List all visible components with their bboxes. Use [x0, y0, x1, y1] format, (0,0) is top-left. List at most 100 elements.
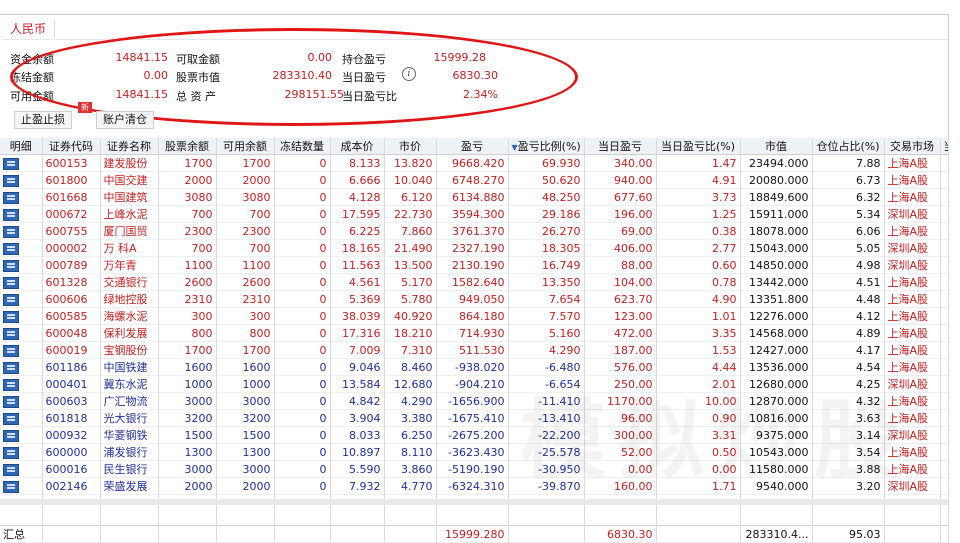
- table-row[interactable]: 601800 中国交建 2000 2000 0 6.666 10.040 6748.270 50…: [0, 171, 949, 189]
- col-header[interactable]: 仓位占比(%): [812, 138, 885, 155]
- detail-cell[interactable]: [0, 239, 43, 257]
- table-row[interactable]: 000672 上峰水泥 700 700 0 17.595 22.730 3594.300 29.…: [0, 205, 949, 223]
- table-row[interactable]: 000932 华菱钢铁 1500 1500 0 8.033 6.250 -2675.200 -2…: [0, 426, 949, 444]
- detail-cell[interactable]: [0, 443, 43, 461]
- table-row[interactable]: 600153 建发股份 1700 1700 0 8.133 13.820 9668.420 69…: [0, 154, 949, 172]
- detail-cell[interactable]: [0, 154, 43, 172]
- detail-list-icon[interactable]: [3, 463, 19, 476]
- detail-list-icon[interactable]: [3, 412, 19, 425]
- table-row[interactable]: 600048 保利发展 800 800 0 17.316 18.210 714.930 5.16…: [0, 324, 949, 342]
- col-header-sorted[interactable]: ▼盈亏比例(%): [508, 138, 585, 155]
- detail-list-icon[interactable]: [3, 208, 19, 221]
- cell-plr: 29.186: [508, 205, 585, 223]
- detail-cell[interactable]: [0, 171, 43, 189]
- table-row[interactable]: 600606 绿地控股 2310 2310 0 5.369 5.780 949.050 7.65…: [0, 290, 949, 308]
- cell-frozen: 0: [274, 273, 331, 291]
- cell-name: 保利发展: [100, 324, 159, 342]
- col-header[interactable]: 当日盈亏: [584, 138, 657, 155]
- table-row[interactable]: 601818 光大银行 3200 3200 0 3.904 3.380 -1675.410 -1…: [0, 409, 949, 427]
- table-row[interactable]: 000002 万 科A 700 700 0 18.165 21.490 2327.190 18.…: [0, 239, 949, 257]
- col-header[interactable]: 可用余额: [216, 138, 275, 155]
- table-row[interactable]: 600603 广汇物流 3000 3000 0 4.842 4.290 -1656.900 -1…: [0, 392, 949, 410]
- horizontal-scrollbar[interactable]: [0, 499, 948, 505]
- detail-cell[interactable]: [0, 188, 43, 206]
- col-header[interactable]: 当日盈亏比(%): [656, 138, 741, 155]
- detail-list-icon[interactable]: [3, 225, 19, 238]
- table-row[interactable]: 600755 厦门国贸 2300 2300 0 6.225 7.860 3761.370 26.…: [0, 222, 949, 240]
- table-row[interactable]: 600019 宝钢股份 1700 1700 0 7.009 7.310 511.530 4.29…: [0, 341, 949, 359]
- table-row[interactable]: 601186 中国铁建 1600 1600 0 9.046 8.460 -938.020 -6.…: [0, 358, 949, 376]
- window-top-border: [0, 14, 948, 15]
- stop-profit-loss-button[interactable]: 止盈止损: [14, 111, 72, 129]
- detail-cell[interactable]: [0, 426, 43, 444]
- detail-list-icon[interactable]: [3, 293, 19, 306]
- detail-list-icon[interactable]: [3, 429, 19, 442]
- table-row[interactable]: 600000 浦发银行 1300 1300 0 10.897 8.110 -3623.430-…: [0, 443, 949, 461]
- col-header[interactable]: 盈亏: [436, 138, 509, 155]
- detail-list-icon[interactable]: [3, 276, 19, 289]
- col-header[interactable]: 明细: [0, 138, 43, 155]
- detail-cell[interactable]: [0, 409, 43, 427]
- detail-cell[interactable]: [0, 375, 43, 393]
- table-row[interactable]: 600585 海螺水泥 300 300 0 38.039 40.920 864.180 7.57…: [0, 307, 949, 325]
- detail-cell[interactable]: [0, 307, 43, 325]
- detail-cell[interactable]: [0, 460, 43, 478]
- detail-cell[interactable]: [0, 358, 43, 376]
- detail-list-icon[interactable]: [3, 191, 19, 204]
- detail-cell[interactable]: [0, 222, 43, 240]
- detail-list-icon[interactable]: [3, 446, 19, 459]
- col-header[interactable]: 股票余额: [158, 138, 217, 155]
- col-header[interactable]: 成本价: [330, 138, 385, 155]
- cell-cost: 18.165: [330, 239, 385, 257]
- table-row[interactable]: 000789 万年青 1100 1100 0 11.563 13.500 2130.190 16…: [0, 256, 949, 274]
- cell-mv: 11580.000: [740, 460, 813, 478]
- info-circle-icon[interactable]: i: [402, 67, 416, 81]
- col-header[interactable]: 证券代码: [42, 138, 101, 155]
- detail-cell[interactable]: [0, 392, 43, 410]
- table-row[interactable]: 601668 中国建筑 3080 3080 0 4.128 6.120 6134.880 48.…: [0, 188, 949, 206]
- detail-list-icon[interactable]: [3, 157, 19, 170]
- tab-rmb[interactable]: 人民币: [2, 20, 56, 38]
- detail-list-icon[interactable]: [3, 327, 19, 340]
- cell-pos: 4.17: [812, 341, 885, 359]
- cell-bal: 1700: [158, 154, 217, 172]
- detail-list-icon[interactable]: [3, 259, 19, 272]
- table-row[interactable]: 600016 民生银行 3000 3000 0 5.590 3.860 -5190.190 -3…: [0, 460, 949, 478]
- col-header[interactable]: 证券名称: [100, 138, 159, 155]
- detail-list-icon[interactable]: [3, 174, 19, 187]
- cell-pos: 7.88: [812, 154, 885, 172]
- detail-list-icon[interactable]: [3, 480, 19, 493]
- cell-mkt: 上海A股: [884, 358, 941, 376]
- detail-list-icon[interactable]: [3, 242, 19, 255]
- detail-cell[interactable]: [0, 341, 43, 359]
- cell-mkt: 上海A股: [884, 188, 941, 206]
- detail-cell[interactable]: [0, 205, 43, 223]
- detail-cell[interactable]: [0, 273, 43, 291]
- detail-cell[interactable]: [0, 256, 43, 274]
- cell-pl: -6324.310: [436, 477, 509, 495]
- col-header[interactable]: 当: [940, 138, 949, 155]
- cell-pos: 4.48: [812, 290, 885, 308]
- cell-bal: 300: [158, 307, 217, 325]
- detail-cell[interactable]: [0, 290, 43, 308]
- col-header[interactable]: 市价: [384, 138, 437, 155]
- detail-cell[interactable]: [0, 324, 43, 342]
- detail-list-icon[interactable]: [3, 344, 19, 357]
- table-row[interactable]: 000401 冀东水泥 1000 1000 0 13.584 12.680 -904.210-…: [0, 375, 949, 393]
- table-row[interactable]: 002146 荣盛发展 2000 2000 0 7.932 4.770 -6324.310 -3…: [0, 477, 949, 495]
- table-row[interactable]: 601328 交通银行 2600 2600 0 4.561 5.170 1582.640 13.…: [0, 273, 949, 291]
- cell-bal: 700: [158, 239, 217, 257]
- col-header[interactable]: 交易市场: [884, 138, 941, 155]
- cell-bal: 1600: [158, 358, 217, 376]
- detail-list-icon[interactable]: [3, 395, 19, 408]
- cell-bal: 1500: [158, 426, 217, 444]
- detail-list-icon[interactable]: [3, 310, 19, 323]
- cell-plr: 13.350: [508, 273, 585, 291]
- col-header[interactable]: 市值: [740, 138, 813, 155]
- clear-account-button[interactable]: 账户清仓: [96, 111, 154, 129]
- detail-list-icon[interactable]: [3, 361, 19, 374]
- col-header[interactable]: 冻结数量: [274, 138, 331, 155]
- cell-frozen: 0: [274, 188, 331, 206]
- detail-cell[interactable]: [0, 477, 43, 495]
- detail-list-icon[interactable]: [3, 378, 19, 391]
